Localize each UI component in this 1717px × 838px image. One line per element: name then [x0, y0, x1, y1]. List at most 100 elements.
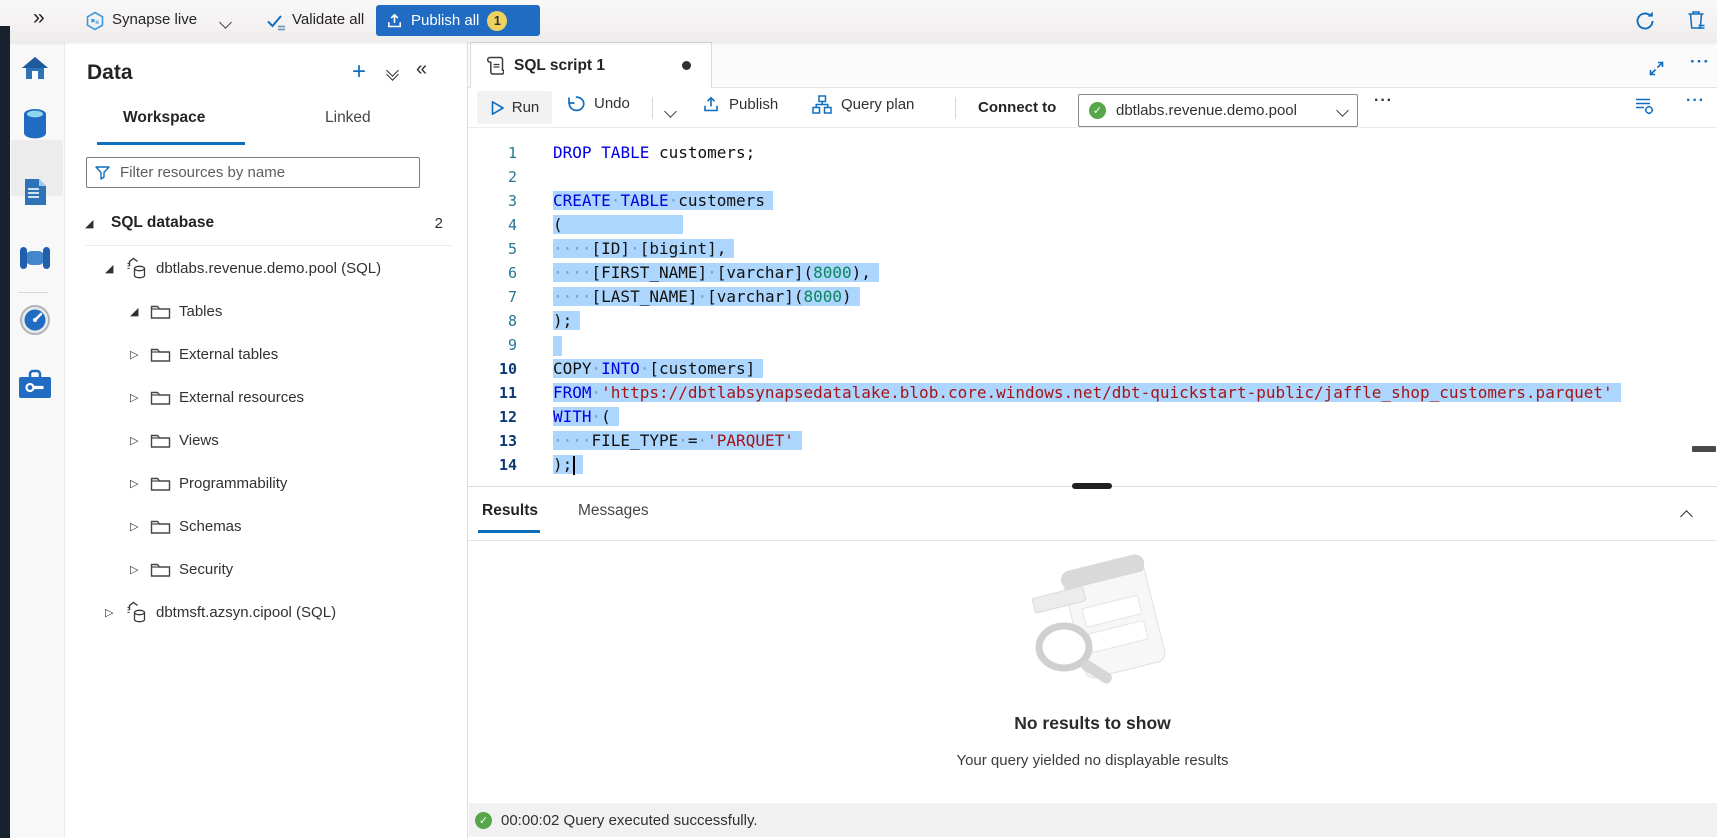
- expand-editor-icon[interactable]: [1648, 60, 1665, 82]
- publish-all-button[interactable]: Publish all 1: [376, 5, 540, 36]
- selection-highlight: ····[LAST_NAME]·[varchar](8000): [553, 287, 860, 306]
- left-edge-strip: [0, 26, 10, 838]
- publish-label: Publish: [729, 96, 778, 113]
- mode-chevron-down-icon[interactable]: [221, 14, 230, 32]
- publish-button[interactable]: Publish: [702, 95, 778, 113]
- undo-button[interactable]: Undo: [566, 95, 630, 112]
- expand-twisty-icon[interactable]: ▷: [105, 606, 121, 619]
- unsaved-changes-dot: [682, 61, 691, 70]
- tree-item-programmability[interactable]: ▷Programmability: [65, 462, 468, 505]
- toolbar-overflow-icon[interactable]: ···: [1686, 92, 1705, 110]
- publish-icon: [702, 95, 720, 113]
- query-plan-button[interactable]: Query plan: [812, 95, 914, 114]
- expand-panel-icon[interactable]: »: [33, 6, 43, 30]
- results-divider: [468, 540, 1717, 541]
- tab-sql-script-1[interactable]: SQL script 1: [470, 42, 712, 88]
- tab-more-icon[interactable]: ···: [1690, 52, 1710, 72]
- expand-twisty-icon[interactable]: ▷: [130, 563, 146, 576]
- tree-item-label: Views: [179, 432, 219, 449]
- text-cursor: [573, 456, 575, 475]
- publish-count-badge: 1: [487, 11, 507, 31]
- splitter-drag-handle[interactable]: [1072, 483, 1112, 489]
- tree-item-label: dbtlabs.revenue.demo.pool (SQL): [156, 260, 381, 277]
- run-options-chevron-icon[interactable]: [666, 103, 675, 121]
- line-number: 6: [468, 261, 517, 285]
- tab-workspace[interactable]: Workspace: [123, 109, 205, 127]
- collapse-twisty-icon[interactable]: ◢: [105, 262, 121, 275]
- tab-messages[interactable]: Messages: [578, 502, 649, 520]
- nav-home-button[interactable]: [13, 48, 57, 92]
- status-success-check-icon: ✓: [475, 812, 492, 829]
- pool-dropdown[interactable]: ✓ dbtlabs.revenue.demo.pool: [1078, 94, 1358, 127]
- code-line: ····[ID]·[bigint],: [553, 237, 734, 261]
- code-row: 3CREATE·TABLE·customers: [468, 189, 1717, 213]
- collapse-twisty-icon[interactable]: ◢: [85, 217, 101, 230]
- tree-item-dbtlabs-revenue-demo-pool-sql[interactable]: ◢ dbtlabs.revenue.demo.pool (SQL): [65, 247, 468, 290]
- line-number: 11: [468, 381, 517, 405]
- tab-results[interactable]: Results: [482, 502, 538, 520]
- code-line: [553, 333, 562, 357]
- nav-data-button[interactable]: [13, 104, 57, 148]
- expand-twisty-icon[interactable]: ▷: [130, 348, 146, 361]
- tab-linked[interactable]: Linked: [325, 109, 371, 127]
- collapse-panel-icon[interactable]: «: [416, 58, 427, 81]
- code-row: 7····[LAST_NAME]·[varchar](8000): [468, 285, 1717, 309]
- nav-manage-button[interactable]: [13, 364, 57, 408]
- tree-item-external-resources[interactable]: ▷External resources: [65, 376, 468, 419]
- code-row: 1DROP TABLE customers;: [468, 141, 1717, 165]
- code-area[interactable]: 1DROP TABLE customers;23CREATE·TABLE·cus…: [468, 128, 1717, 486]
- integrate-icon: [19, 245, 51, 276]
- tree-root-label: SQL database: [111, 214, 425, 232]
- toolbar-more-icon[interactable]: ···: [1374, 92, 1393, 110]
- tab-title: SQL script 1: [514, 57, 672, 75]
- scrollbar-thumb[interactable]: [1692, 446, 1716, 452]
- line-number: 4: [468, 213, 517, 237]
- expand-twisty-icon[interactable]: ▷: [130, 520, 146, 533]
- refresh-icon[interactable]: [1633, 9, 1657, 38]
- synapse-studio-window: » Synapse live Validate all Publish all …: [0, 0, 1717, 838]
- run-button[interactable]: Run: [477, 91, 552, 124]
- code-line: CREATE·TABLE·customers: [553, 189, 773, 213]
- nav-develop-button[interactable]: [13, 172, 57, 216]
- selection-highlight: ····[ID]·[bigint],: [553, 239, 734, 258]
- collapse-twisty-icon[interactable]: ◢: [130, 305, 146, 318]
- code-row: 12WITH·(: [468, 405, 1717, 429]
- query-plan-icon: [812, 95, 832, 114]
- tree-item-security[interactable]: ▷ Security: [65, 548, 468, 591]
- tree-item-dbtmsft-azsyn-cipool-sql[interactable]: ▷dbtmsft.azsyn.cipool (SQL): [65, 591, 468, 634]
- tree-item-schemas[interactable]: ▷Schemas: [65, 505, 468, 548]
- code-row: 6····[FIRST_NAME]·[varchar](8000),: [468, 261, 1717, 285]
- filter-input[interactable]: [118, 163, 411, 182]
- line-number: 8: [468, 309, 517, 333]
- expand-twisty-icon[interactable]: ▷: [130, 391, 146, 404]
- selection-highlight: FROM·'https://dbtlabsynapsedatalake.blob…: [553, 383, 1621, 402]
- line-number: 9: [468, 333, 517, 357]
- code-line: DROP TABLE customers;: [553, 141, 755, 165]
- collapse-results-chevron-icon[interactable]: [1682, 508, 1691, 526]
- validate-all-button[interactable]: Validate all: [292, 11, 364, 28]
- code-line: (: [553, 213, 683, 237]
- line-number: 5: [468, 237, 517, 261]
- tree-root-sql-database[interactable]: ◢ SQL database 2: [85, 208, 453, 238]
- tree-item-label: Security: [179, 561, 233, 578]
- nav-integrate-button[interactable]: [13, 238, 57, 282]
- line-number: 2: [468, 165, 517, 189]
- selection-highlight: COPY·INTO·[customers]: [553, 359, 763, 378]
- result-settings-icon[interactable]: [1634, 96, 1655, 120]
- tree-item-tables[interactable]: ◢ Tables: [65, 290, 468, 333]
- tree-item-label: Tables: [179, 303, 222, 320]
- code-row: 13····FILE_TYPE·=·'PARQUET': [468, 429, 1717, 453]
- trash-icon[interactable]: [1686, 9, 1706, 36]
- tree-item-views[interactable]: ▷ Views: [65, 419, 468, 462]
- add-resource-icon[interactable]: +: [352, 58, 366, 86]
- folder-icon: [150, 389, 171, 406]
- expand-twisty-icon[interactable]: ▷: [130, 477, 146, 490]
- nav-monitor-button[interactable]: [13, 300, 57, 344]
- mode-selector[interactable]: Synapse live: [112, 11, 197, 28]
- status-message: 00:00:02 Query executed successfully.: [501, 812, 758, 829]
- selection-highlight: [553, 336, 562, 356]
- expand-twisty-icon[interactable]: ▷: [130, 434, 146, 447]
- collapse-all-icon[interactable]: [388, 66, 397, 79]
- tree-item-external-tables[interactable]: ▷External tables: [65, 333, 468, 376]
- code-line: WITH·(: [553, 405, 619, 429]
